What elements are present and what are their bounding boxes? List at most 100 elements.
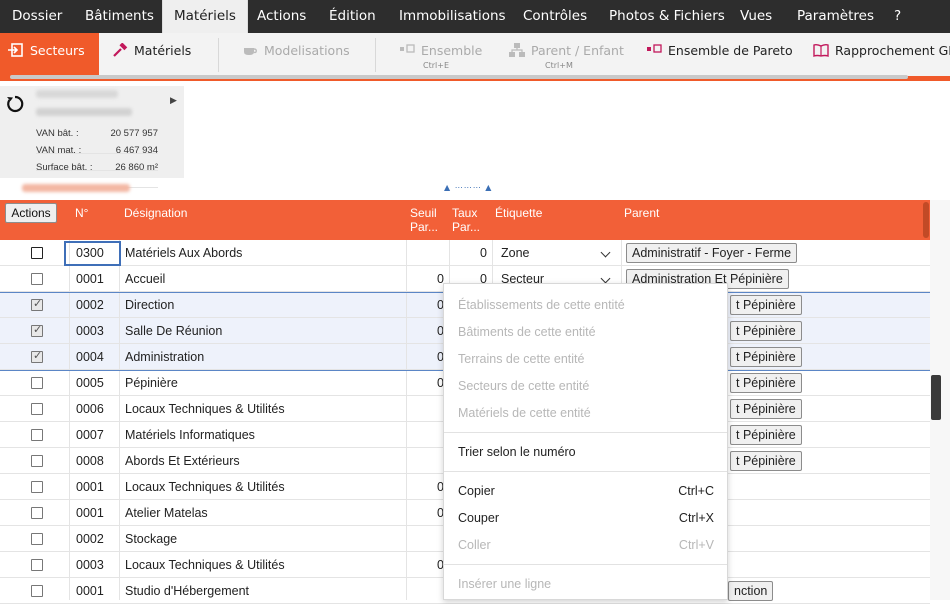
cell-seuil[interactable]: 0 bbox=[406, 292, 444, 318]
cell-seuil[interactable]: 0 bbox=[406, 474, 444, 500]
cell-designation[interactable]: Direction bbox=[125, 292, 403, 318]
cell-num[interactable]: 0003 bbox=[76, 318, 116, 344]
ctx-secteurs[interactable]: Secteurs de cette entité bbox=[458, 376, 714, 396]
table-row[interactable]: 0300 Matériels Aux Abords 0 Zone Administrat… bbox=[0, 240, 930, 266]
cell-num[interactable]: 0001 bbox=[76, 266, 116, 292]
cell-num[interactable]: 0002 bbox=[76, 526, 116, 552]
cell-seuil[interactable]: 0 bbox=[406, 318, 444, 344]
cell-num[interactable]: 0007 bbox=[76, 422, 116, 448]
cell-designation[interactable]: Matériels Aux Abords bbox=[125, 240, 403, 266]
parent-button[interactable]: t Pépinière bbox=[730, 451, 802, 471]
row-checkbox[interactable] bbox=[31, 455, 43, 467]
cell-num[interactable]: 0004 bbox=[76, 344, 116, 370]
cell-seuil[interactable] bbox=[406, 578, 444, 604]
cell-num[interactable]: 0002 bbox=[76, 292, 116, 318]
row-checkbox[interactable] bbox=[31, 585, 43, 597]
cell-seuil[interactable] bbox=[406, 240, 444, 266]
chevron-down-icon[interactable] bbox=[600, 247, 611, 258]
menu-actions[interactable]: Actions bbox=[257, 0, 306, 33]
toolbar-rapprochement-button[interactable]: Rapprochement GM bbox=[813, 33, 950, 69]
ctx-copier[interactable]: Copier Ctrl+C bbox=[458, 481, 714, 501]
parent-button[interactable]: t Pépinière bbox=[730, 321, 802, 341]
cell-designation[interactable]: Pépinière bbox=[125, 370, 403, 396]
cell-num[interactable]: 0005 bbox=[76, 370, 116, 396]
cell-designation[interactable]: Accueil bbox=[125, 266, 403, 292]
cell-designation[interactable]: Matériels Informatiques bbox=[125, 422, 403, 448]
menu-photos-fichiers[interactable]: Photos & Fichiers bbox=[609, 0, 725, 33]
expand-arrow-icon[interactable]: ▶ bbox=[170, 96, 177, 106]
toolbar-materiels-button[interactable]: Matériels bbox=[112, 33, 191, 69]
cell-num[interactable]: 0003 bbox=[76, 552, 116, 578]
cell-num[interactable]: 0001 bbox=[76, 500, 116, 526]
menu-materiels[interactable]: Matériels bbox=[162, 0, 248, 33]
table-scrollbar-thumb[interactable] bbox=[931, 375, 941, 420]
cell-designation[interactable]: Atelier Matelas bbox=[125, 500, 403, 526]
menu-help[interactable]: ? bbox=[894, 0, 901, 33]
toolbar-pareto-button[interactable]: Ensemble de Pareto bbox=[646, 33, 793, 69]
cell-seuil[interactable]: 0 bbox=[406, 552, 444, 578]
refresh-icon[interactable] bbox=[6, 95, 24, 113]
col-header-seuil[interactable]: Seuil Par... bbox=[410, 206, 438, 234]
parent-button[interactable]: t Pépinière bbox=[730, 399, 802, 419]
toolbar-scrollbar[interactable] bbox=[10, 75, 908, 79]
cell-designation[interactable]: Stockage bbox=[125, 526, 403, 552]
cell-designation[interactable]: Locaux Techniques & Utilités bbox=[125, 474, 403, 500]
row-checkbox[interactable] bbox=[31, 481, 43, 493]
menu-parametres[interactable]: Paramètres bbox=[797, 0, 874, 33]
cell-num[interactable]: 0008 bbox=[76, 448, 116, 474]
cell-etiquette[interactable]: Zone bbox=[501, 240, 601, 266]
row-checkbox[interactable] bbox=[31, 377, 43, 389]
cell-designation[interactable]: Abords Et Extérieurs bbox=[125, 448, 403, 474]
toolbar-modelisations-button[interactable]: Modelisations bbox=[242, 33, 350, 69]
col-header-parent[interactable]: Parent bbox=[624, 206, 659, 220]
menu-dossier[interactable]: Dossier bbox=[12, 0, 62, 33]
parent-button[interactable]: nction bbox=[728, 581, 774, 601]
cell-num[interactable]: 0001 bbox=[76, 474, 116, 500]
row-checkbox[interactable] bbox=[31, 323, 43, 337]
ctx-inserer[interactable]: Insérer une ligne bbox=[458, 574, 714, 594]
col-header-etiquette[interactable]: Étiquette bbox=[495, 206, 542, 220]
row-checkbox[interactable] bbox=[31, 533, 43, 545]
cell-num[interactable]: 0001 bbox=[76, 578, 116, 604]
cell-designation[interactable]: Locaux Techniques & Utilités bbox=[125, 552, 403, 578]
row-checkbox[interactable] bbox=[31, 247, 43, 259]
cell-designation[interactable]: Locaux Techniques & Utilités bbox=[125, 396, 403, 422]
splitter-handle[interactable]: ▲ ⋯⋯⋯ ▲ bbox=[444, 183, 492, 192]
ctx-trier[interactable]: Trier selon le numéro bbox=[458, 442, 714, 462]
cell-designation[interactable]: Administration bbox=[125, 344, 403, 370]
col-header-designation[interactable]: Désignation bbox=[124, 206, 187, 220]
col-header-num[interactable]: N° bbox=[75, 206, 88, 220]
parent-button[interactable]: Administratif - Foyer - Ferme bbox=[626, 243, 798, 263]
row-checkbox[interactable] bbox=[31, 429, 43, 441]
ctx-materiels[interactable]: Matériels de cette entité bbox=[458, 403, 714, 423]
cell-taux[interactable]: 0 bbox=[449, 240, 487, 266]
menu-vues[interactable]: Vues bbox=[740, 0, 772, 33]
cell-designation[interactable]: Studio d'Hébergement bbox=[125, 578, 403, 604]
cell-seuil[interactable] bbox=[406, 526, 444, 552]
cell-designation[interactable]: Salle De Réunion bbox=[125, 318, 403, 344]
cell-num[interactable]: 0006 bbox=[76, 396, 116, 422]
cell-seuil[interactable]: 0 bbox=[406, 344, 444, 370]
cell-seuil[interactable] bbox=[406, 422, 444, 448]
parent-button[interactable]: t Pépinière bbox=[730, 373, 802, 393]
row-checkbox[interactable] bbox=[31, 559, 43, 571]
col-header-taux[interactable]: Taux Par... bbox=[452, 206, 480, 234]
row-checkbox[interactable] bbox=[31, 273, 43, 285]
cell-seuil[interactable] bbox=[406, 448, 444, 474]
ctx-coller[interactable]: Coller Ctrl+V bbox=[458, 535, 714, 555]
actions-button[interactable]: Actions bbox=[5, 203, 57, 223]
cell-seuil[interactable] bbox=[406, 396, 444, 422]
row-checkbox[interactable] bbox=[31, 403, 43, 415]
focused-cell[interactable] bbox=[64, 241, 121, 266]
cell-seuil[interactable]: 0 bbox=[406, 266, 444, 292]
cell-seuil[interactable]: 0 bbox=[406, 370, 444, 396]
ctx-batiments[interactable]: Bâtiments de cette entité bbox=[458, 322, 714, 342]
menu-immobilisations[interactable]: Immobilisations bbox=[399, 0, 506, 33]
toolbar-secteurs-button[interactable]: Secteurs bbox=[0, 33, 99, 76]
ctx-terrains[interactable]: Terrains de cette entité bbox=[458, 349, 714, 369]
menu-edition[interactable]: Édition bbox=[329, 0, 376, 33]
row-checkbox[interactable] bbox=[31, 507, 43, 519]
menu-controles[interactable]: Contrôles bbox=[523, 0, 587, 33]
parent-button[interactable]: t Pépinière bbox=[730, 425, 802, 445]
ctx-etablissements[interactable]: Établissements de cette entité bbox=[458, 295, 714, 315]
